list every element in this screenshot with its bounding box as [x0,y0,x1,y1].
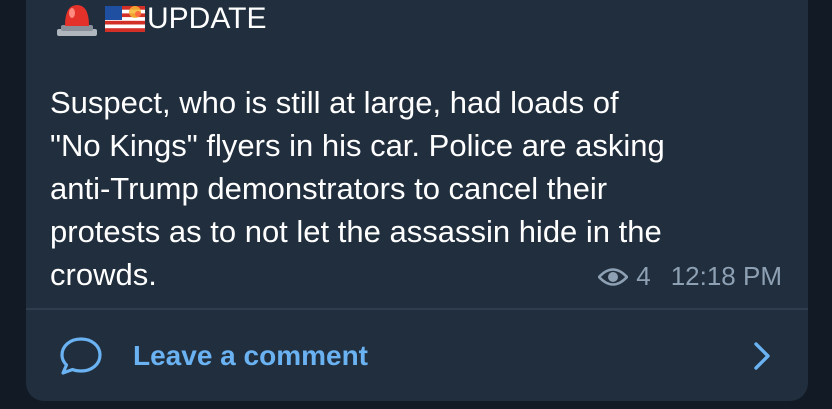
views-count: 4 [636,261,651,291]
chevron-right-icon [754,342,770,370]
message-meta: 4 12:18 PM [598,261,782,292]
views-icon [598,267,629,286]
post-header: UPDATE [55,0,266,38]
siren-icon [57,5,97,36]
message-time: 12:18 PM [670,261,782,291]
leave-comment-button[interactable]: Leave a comment [26,310,808,402]
comment-bubble-icon [60,337,102,375]
post-header-label: UPDATE [147,2,267,35]
us-flag-fireworks-icon [105,6,145,32]
leave-comment-label: Leave a comment [133,340,368,371]
